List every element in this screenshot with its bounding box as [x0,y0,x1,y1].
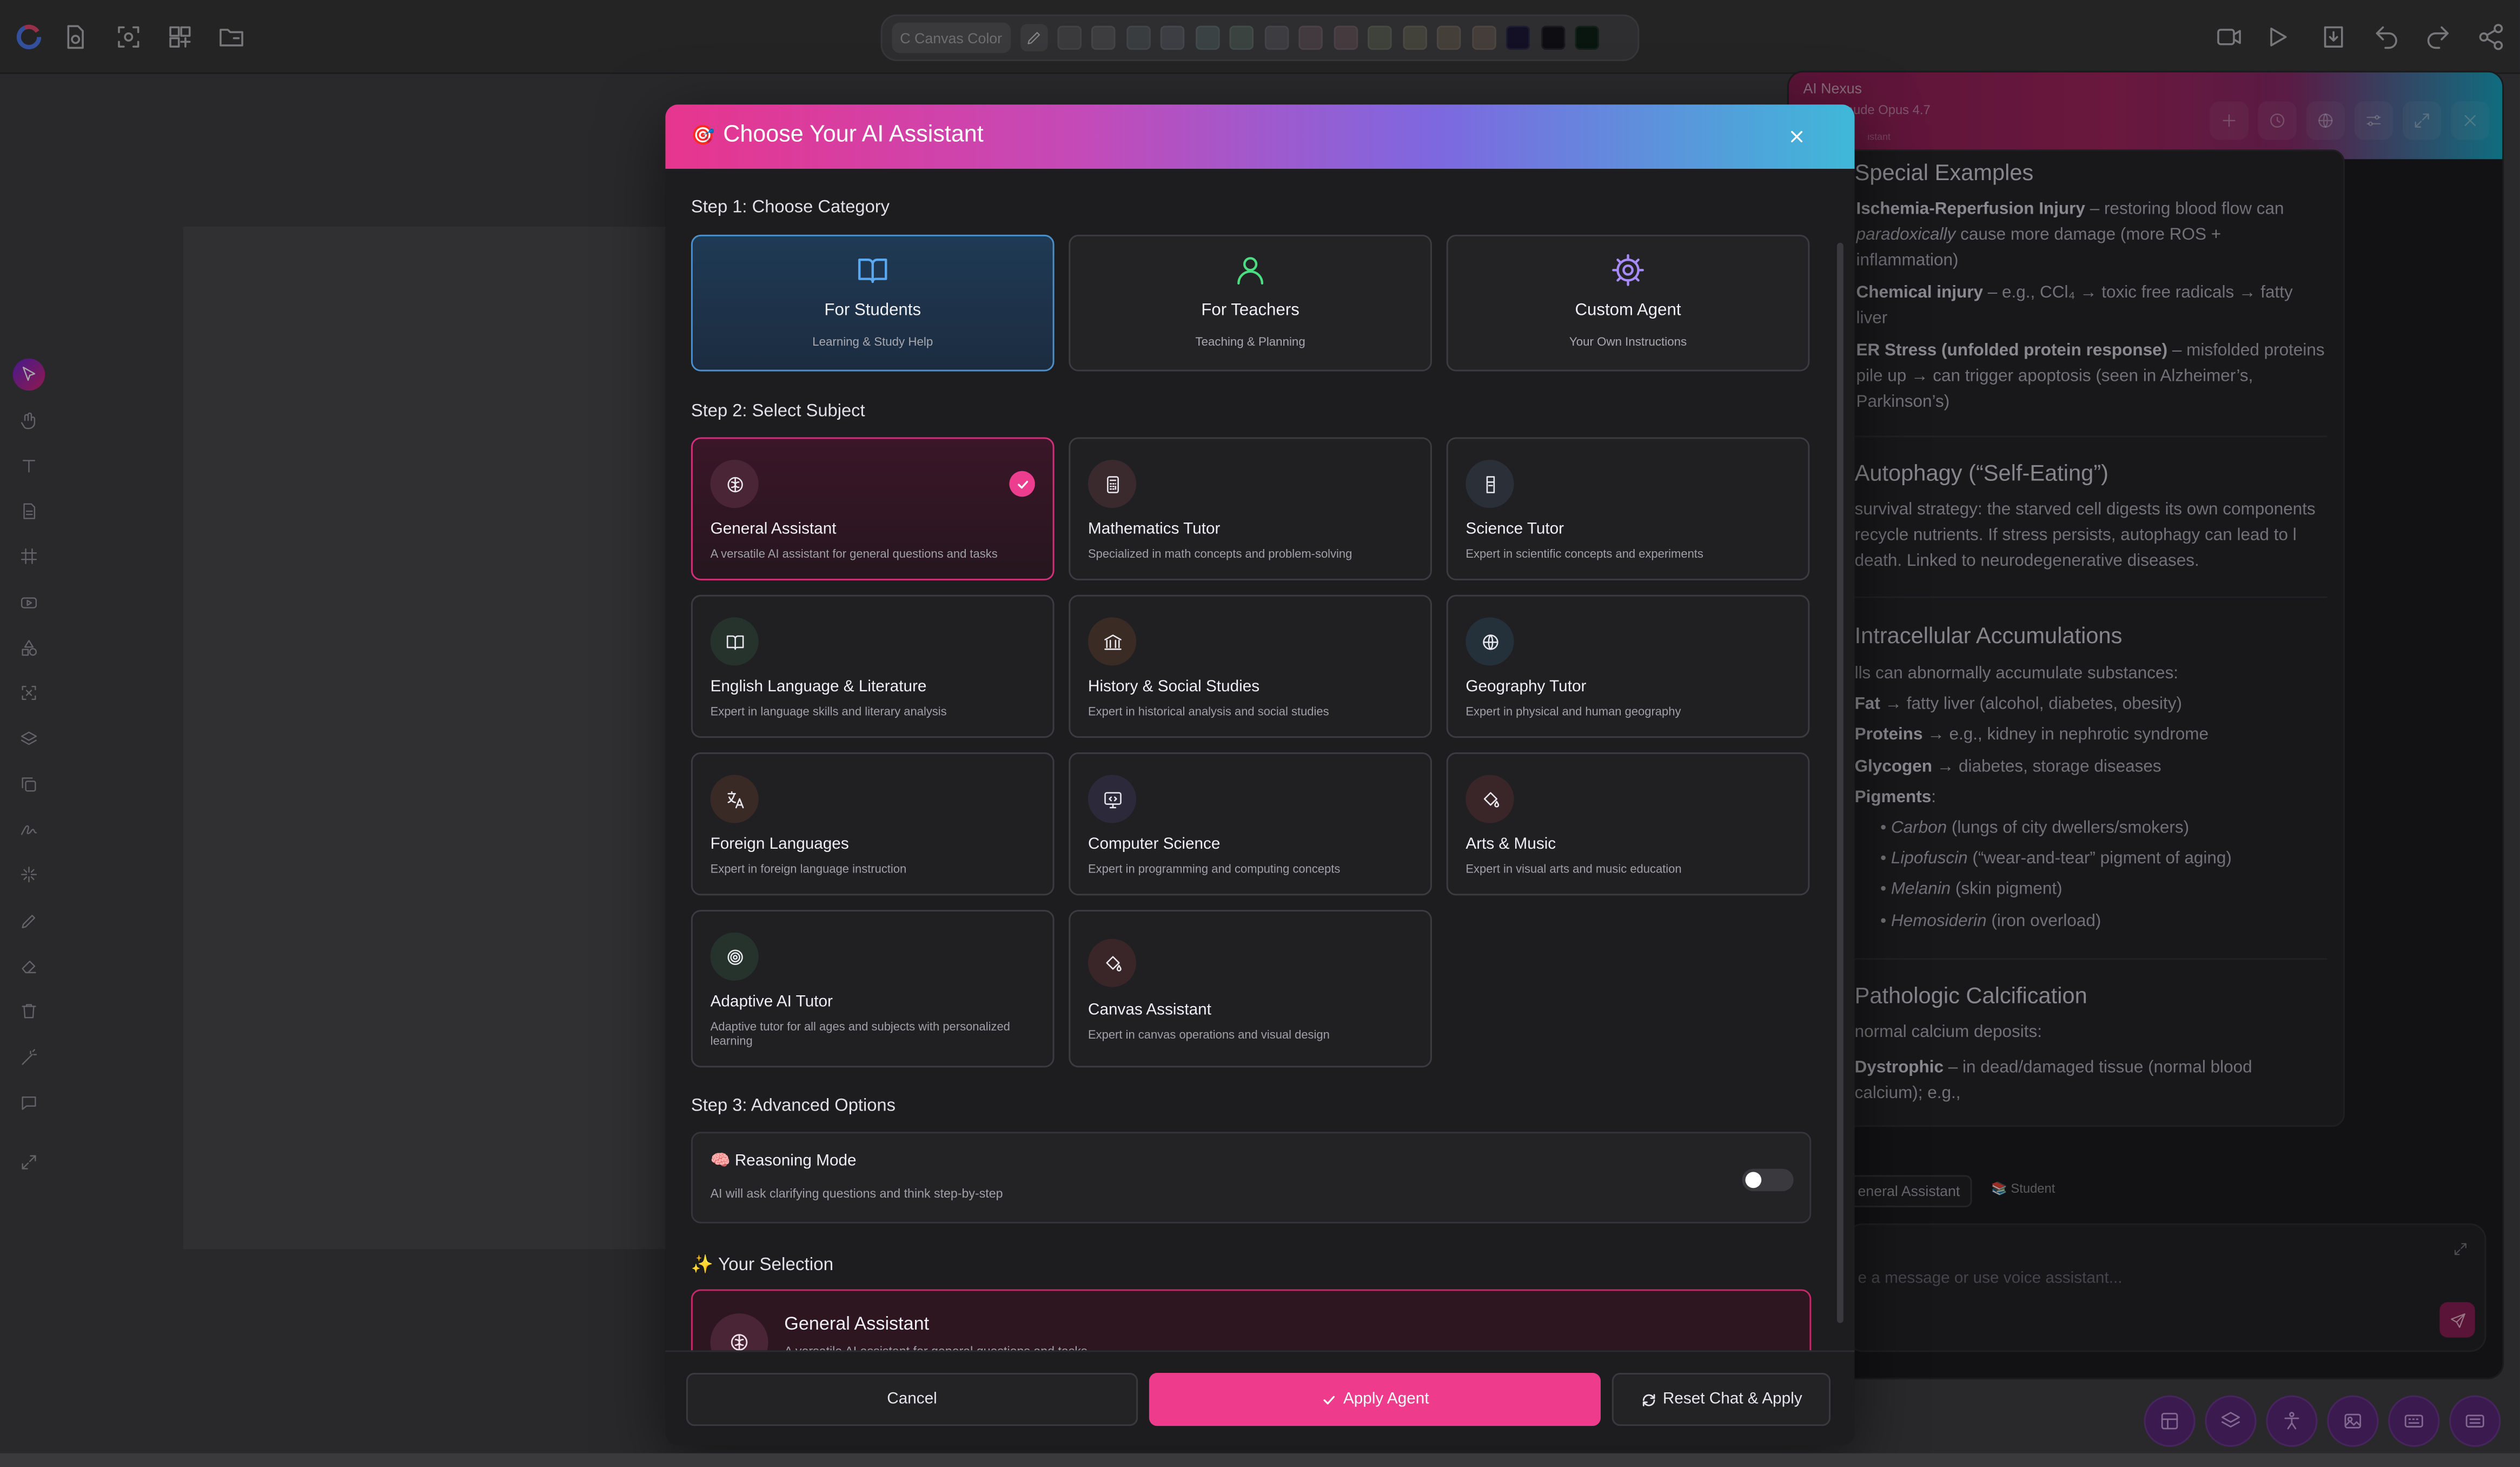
monitor-code-icon [1087,775,1137,823]
flask-icon [1465,459,1514,508]
step2-heading: Step 2: Select Subject [691,401,865,421]
your-selection-heading: ✨ Your Selection [691,1255,834,1275]
apply-agent-button[interactable]: Apply Agent [1149,1373,1601,1426]
reasoning-mode-label: 🧠 Reasoning Mode [710,1152,857,1171]
modal-footer: Cancel Apply Agent Reset Chat & Apply [665,1350,1855,1445]
reasoning-mode-desc: AI will ask clarifying questions and thi… [710,1186,1003,1201]
subject-arts-music[interactable]: Arts & Music Expert in visual arts and m… [1446,752,1810,896]
refresh-icon [1640,1391,1656,1407]
modal-title: 🎯 Choose Your AI Assistant [691,122,984,148]
selected-check-icon [1009,471,1035,497]
cancel-button[interactable]: Cancel [686,1373,1138,1426]
step1-heading: Step 1: Choose Category [691,197,890,217]
book-open-icon [710,617,759,666]
choose-assistant-modal: 🎯 Choose Your AI Assistant Step 1: Choos… [665,104,1855,1445]
modal-scrollbar[interactable] [1836,242,1843,1323]
target-icon [710,932,759,981]
subject-geography-tutor[interactable]: Geography Tutor Expert in physical and h… [1446,594,1810,738]
subject-mathematics-tutor[interactable]: Mathematics Tutor Specialized in math co… [1069,437,1432,580]
target-emoji-icon: 🎯 [691,123,715,147]
app-root: C Canvas Color AI Nexus opic: Claude Opu… [0,0,2520,1454]
reasoning-mode-toggle[interactable] [1742,1168,1794,1192]
gear-icon [1448,253,1808,291]
user-icon [1070,253,1430,291]
modal-close-icon[interactable] [1779,119,1814,154]
landmark-icon [1087,617,1137,666]
step3-heading: Step 3: Advanced Options [691,1096,896,1116]
selection-label: General Assistant [784,1315,930,1334]
selection-desc: A versatile AI assistant for general que… [784,1344,1087,1351]
category-teachers[interactable]: For Teachers Teaching & Planning [1069,234,1432,372]
subject-english-language[interactable]: English Language & Literature Expert in … [691,594,1055,738]
reset-chat-apply-button[interactable]: Reset Chat & Apply [1612,1373,1831,1426]
category-custom-agent[interactable]: Custom Agent Your Own Instructions [1446,234,1810,372]
brain-icon [710,1313,768,1351]
subject-adaptive-ai-tutor[interactable]: Adaptive AI Tutor Adaptive tutor for all… [691,910,1055,1068]
calculator-icon [1087,459,1137,508]
modal-body: Step 1: Choose Category For Students Lea… [665,169,1854,1351]
category-students[interactable]: For Students Learning & Study Help [691,234,1055,372]
book-open-icon [693,253,1053,291]
subject-computer-science[interactable]: Computer Science Expert in programming a… [1069,752,1432,896]
subject-science-tutor[interactable]: Science Tutor Expert in scientific conce… [1446,437,1810,580]
selection-summary: General Assistant A versatile AI assista… [691,1289,1812,1351]
check-icon [1321,1391,1337,1407]
languages-icon [710,775,759,823]
brain-icon [710,459,759,508]
reasoning-mode-option: 🧠 Reasoning Mode AI will ask clarifying … [691,1132,1812,1224]
subject-history-social-studies[interactable]: History & Social Studies Expert in histo… [1069,594,1432,738]
paint-bucket-icon [1087,939,1137,987]
modal-header: 🎯 Choose Your AI Assistant [665,104,1855,169]
globe-icon [1465,617,1514,666]
subject-general-assistant[interactable]: General Assistant A versatile AI assista… [691,437,1055,580]
paint-bucket-icon [1465,775,1514,823]
subject-foreign-languages[interactable]: Foreign Languages Expert in foreign lang… [691,752,1055,896]
subject-canvas-assistant[interactable]: Canvas Assistant Expert in canvas operat… [1069,910,1432,1068]
